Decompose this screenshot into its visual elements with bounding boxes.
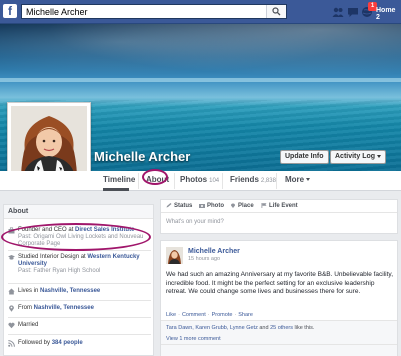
post-author-name[interactable]: Michelle Archer	[188, 248, 240, 255]
separator-dot: ·	[207, 312, 210, 318]
profile-tab-bar: Timeline About Photos 104 Friends 2,838 Mo…	[0, 171, 401, 191]
tab-separator	[138, 173, 139, 189]
composer-tabs: Status Photo Place Life Event	[161, 200, 397, 213]
tab-more[interactable]: More	[285, 175, 311, 184]
composer-tab-photo[interactable]: Photo	[199, 203, 224, 209]
composer-status-label: Status	[174, 203, 193, 210]
composer-tab-status[interactable]: Status	[166, 203, 192, 209]
comment-link[interactable]: Comment	[182, 312, 206, 318]
about-from-link[interactable]: Nashville, Tennessee	[34, 305, 94, 311]
update-info-button[interactable]: Update Info	[280, 150, 329, 164]
likes-suffix: like this.	[293, 325, 315, 331]
chevron-down-icon	[306, 178, 311, 182]
tab-separator	[174, 173, 175, 189]
search-input[interactable]	[22, 5, 262, 18]
post-body-text: We had such an amazing Anniversary at my…	[166, 271, 394, 295]
about-lives-prefix: Lives in	[18, 288, 41, 294]
about-item-text: Studied Interior Design at Western Kentu…	[18, 254, 151, 275]
search-box	[21, 4, 287, 19]
about-from-prefix: From	[18, 305, 34, 311]
likes-and: and	[257, 325, 271, 331]
facebook-logo[interactable]: f	[3, 4, 17, 18]
profile-picture[interactable]	[7, 102, 91, 180]
status-input[interactable]: What's on your mind?	[166, 219, 224, 225]
about-edu-sub: Past: Father Ryan High School	[18, 268, 101, 274]
profile-photo-image	[11, 106, 87, 176]
about-followers-link[interactable]: 384 people	[52, 340, 83, 346]
likers-names[interactable]: Tara Dawn, Karen Grubb, Lynne Getz	[166, 325, 258, 331]
about-item-text: Lives in Nashville, Tennessee	[18, 288, 151, 295]
location-pin-icon	[9, 305, 14, 312]
top-navigation-bar: f 1 Home 2	[0, 0, 401, 24]
tab-friends-label: Friends	[230, 175, 259, 184]
post-likes-section: Tara Dawn, Karen Grubb, Lynne Getz and 2…	[161, 320, 397, 344]
rss-icon	[8, 340, 15, 347]
activity-log-label: Activity Log	[335, 153, 376, 160]
divider	[8, 317, 151, 318]
view-more-comments-link[interactable]: View 1 more comment	[166, 336, 221, 342]
tab-photos[interactable]: Photos 104	[180, 175, 219, 184]
promote-link[interactable]: Promote	[212, 312, 233, 318]
divider	[8, 300, 151, 301]
home-label: Home	[376, 7, 396, 14]
post-timestamp[interactable]: 15 hours ago	[188, 256, 220, 262]
status-composer: Status Photo Place Life Event What's on …	[160, 199, 398, 234]
separator-dot: ·	[178, 312, 180, 318]
composer-place-label: Place	[238, 203, 254, 210]
heart-icon	[8, 322, 15, 329]
tab-timeline[interactable]: Timeline	[103, 175, 135, 184]
home-link[interactable]: Home 2	[376, 7, 401, 21]
post-action-links: Like · Comment · Promote · Share	[166, 312, 253, 318]
post-author-avatar[interactable]	[166, 247, 183, 264]
about-relationship-text: Married	[18, 322, 39, 328]
composer-photo-label: Photo	[207, 203, 224, 210]
tab-timeline-label: Timeline	[103, 175, 136, 184]
about-heading: About	[4, 205, 153, 219]
search-icon	[272, 7, 281, 16]
tab-more-label: More	[285, 175, 305, 184]
tab-friends[interactable]: Friends 2,838	[230, 175, 276, 184]
about-item-text: Followed by 384 people	[18, 340, 151, 347]
founder-highlight-circle	[1, 223, 151, 251]
messages-icon[interactable]	[347, 6, 359, 18]
composer-life-event-label: Life Event	[269, 203, 298, 210]
profile-name[interactable]: Michelle Archer	[94, 149, 190, 164]
about-highlight-circle	[142, 169, 168, 185]
share-link[interactable]: Share	[238, 312, 253, 318]
home-icon	[8, 288, 15, 295]
comment-row	[161, 344, 397, 356]
pencil-icon	[166, 203, 172, 208]
cover-horizon	[0, 78, 401, 82]
camera-icon	[199, 204, 205, 208]
tab-separator	[276, 173, 277, 189]
about-lives-link[interactable]: Nashville, Tennessee	[40, 288, 100, 294]
activity-log-button[interactable]: Activity Log	[330, 150, 387, 164]
location-pin-icon	[231, 203, 235, 208]
composer-tab-life-event[interactable]: Life Event	[261, 203, 298, 209]
chevron-down-icon	[377, 154, 382, 158]
about-item-text: From Nashville, Tennessee	[18, 305, 151, 312]
divider	[8, 283, 151, 284]
active-tab-indicator	[103, 188, 129, 191]
about-followers-prefix: Followed by	[18, 340, 52, 346]
about-edu-prefix: Studied Interior Design at	[18, 254, 88, 260]
separator-dot: ·	[234, 312, 237, 318]
flag-icon	[261, 203, 267, 208]
tab-separator	[222, 173, 223, 189]
about-item-text: Married	[18, 322, 151, 329]
tab-friends-count: 2,838	[260, 178, 276, 184]
search-button[interactable]	[266, 5, 286, 18]
composer-tab-place[interactable]: Place	[230, 203, 254, 209]
likes-others-link[interactable]: 25 others	[270, 325, 293, 331]
friend-requests-icon[interactable]	[332, 6, 344, 18]
graduation-cap-icon	[8, 255, 15, 260]
tab-photos-label: Photos	[180, 175, 208, 184]
divider	[8, 334, 151, 335]
likes-summary: Tara Dawn, Karen Grubb, Lynne Getz and 2…	[166, 325, 314, 331]
timeline-post: Michelle Archer 15 hours ago We had such…	[160, 240, 398, 356]
like-link[interactable]: Like	[166, 312, 176, 318]
home-suffix: 2	[376, 14, 380, 21]
tab-photos-count: 104	[209, 178, 220, 184]
avatar-image	[166, 247, 183, 264]
